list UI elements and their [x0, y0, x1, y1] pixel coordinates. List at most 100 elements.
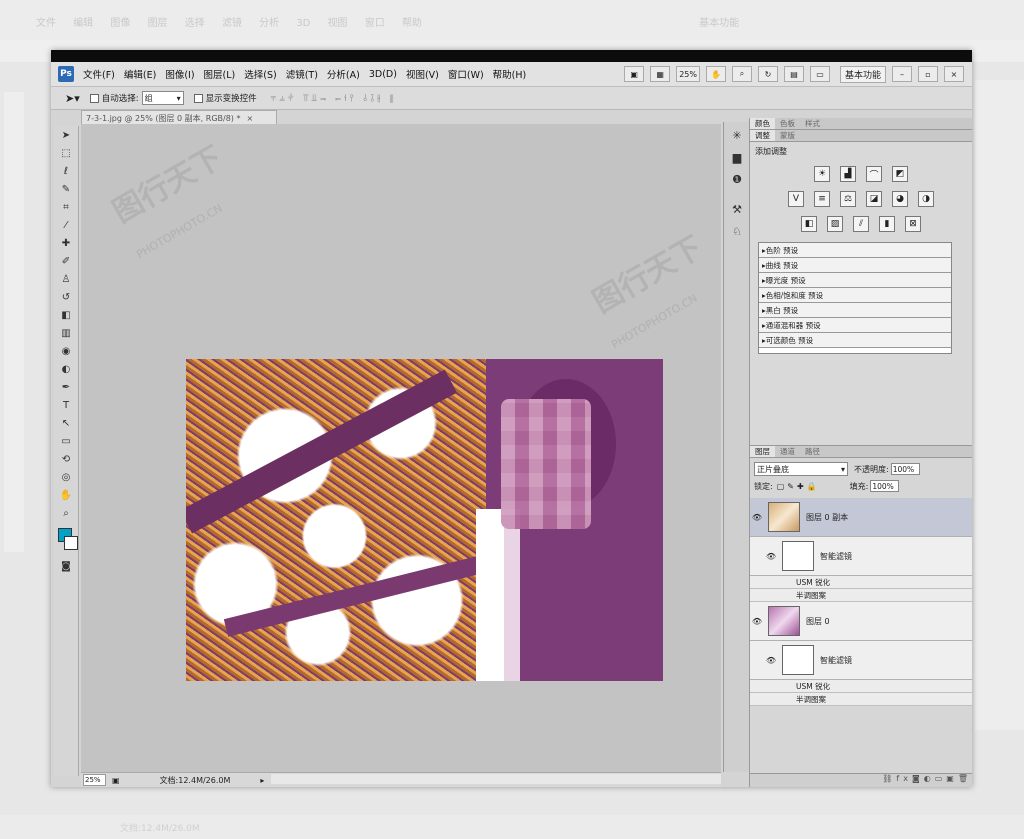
menu-layer[interactable]: 图层(L)	[204, 67, 236, 81]
status-menu-arrow-icon[interactable]: ▸	[260, 776, 264, 785]
navigator-panel-icon[interactable]: ✳	[728, 126, 746, 144]
invert-icon[interactable]: ◧	[801, 216, 817, 232]
eye-icon[interactable]: 👁	[750, 513, 764, 522]
tab-masks[interactable]: 蒙版	[775, 130, 800, 141]
posterize-icon[interactable]: ▨	[827, 216, 843, 232]
preset-item[interactable]: ▸ 曝光度 预设	[759, 273, 951, 288]
move-tool-preset-icon[interactable]: ➤▾	[65, 92, 80, 105]
menu-help[interactable]: 帮助(H)	[493, 67, 527, 81]
menu-filter[interactable]: 滤镜(T)	[286, 67, 318, 81]
brightness-contrast-icon[interactable]: ☀	[814, 166, 830, 182]
tab-color[interactable]: 颜色	[750, 118, 775, 129]
filter-item[interactable]: USM 锐化	[750, 576, 972, 589]
zoom-tool-icon[interactable]: ⌕	[731, 66, 752, 82]
screen-mode-icon[interactable]: ▭	[809, 66, 830, 82]
levels-icon[interactable]: ▟	[840, 166, 856, 182]
type-tool-icon[interactable]: T	[56, 397, 76, 414]
document-tab[interactable]: 7-3-1.jpg @ 25% (图层 0 副本, RGB/8) * ×	[81, 110, 277, 125]
zoom-level-menu[interactable]: 25%	[676, 66, 700, 82]
menu-select[interactable]: 选择(S)	[244, 67, 276, 81]
clone-source-icon[interactable]: ♘	[728, 222, 746, 240]
hue-saturation-icon[interactable]: ≡	[814, 191, 830, 207]
auto-select-target-dropdown[interactable]: 组 ▾	[141, 91, 184, 105]
align-distribute-icons[interactable]: ⫧⫨⫩ ⫪⫫⫬ ⫭⫮⫯ ⫰⫱⫲ ⫴	[271, 93, 397, 104]
path-selection-tool-icon[interactable]: ↖	[56, 415, 76, 432]
menu-window[interactable]: 窗口(W)	[448, 67, 484, 81]
zoom-tool-icon[interactable]: ⌕	[56, 505, 76, 522]
layer-row[interactable]: 👁 图层 0 副本	[750, 498, 972, 537]
background-color-swatch[interactable]	[64, 536, 78, 550]
blur-tool-icon[interactable]: ◉	[56, 343, 76, 360]
smart-filter-row[interactable]: 👁 智能滤镜	[750, 537, 972, 576]
tab-layers[interactable]: 图层	[750, 446, 775, 457]
filter-item[interactable]: 半调图案	[750, 693, 972, 706]
menu-3d[interactable]: 3D(D)	[369, 69, 397, 80]
zoom-field[interactable]: 25%	[83, 774, 106, 786]
document-image[interactable]	[186, 359, 663, 681]
eye-icon[interactable]: 👁	[750, 617, 764, 626]
marquee-tool-icon[interactable]: ⬚	[56, 145, 76, 162]
vibrance-icon[interactable]: V	[788, 191, 804, 207]
canvas-area[interactable]	[81, 124, 721, 772]
curves-icon[interactable]: ⌒	[866, 166, 882, 182]
preset-item[interactable]: ▸ 色阶 预设	[759, 243, 951, 258]
threshold-icon[interactable]: ⫽	[853, 216, 869, 232]
tab-channels[interactable]: 通道	[775, 446, 800, 457]
hand-tool-icon[interactable]: ✋	[705, 66, 726, 82]
preset-item[interactable]: ▸ 通道混和器 预设	[759, 318, 951, 333]
preset-item[interactable]: ▸ 色相/饱和度 预设	[759, 288, 951, 303]
close-tab-icon[interactable]: ×	[246, 114, 253, 123]
status-icon[interactable]: ▣	[112, 776, 120, 785]
healing-brush-tool-icon[interactable]: ✚	[56, 235, 76, 252]
channel-mixer-icon[interactable]: ◑	[918, 191, 934, 207]
brush-tool-icon[interactable]: ✐	[56, 253, 76, 270]
histogram-panel-icon[interactable]: ▆	[728, 148, 746, 166]
info-panel-icon[interactable]: ❶	[728, 170, 746, 188]
hand-tool-icon[interactable]: ✋	[56, 487, 76, 504]
auto-select-checkbox[interactable]: 自动选择:	[89, 92, 139, 104]
filter-item[interactable]: 半调图案	[750, 589, 972, 602]
3d-orbit-tool-icon[interactable]: ◎	[56, 469, 76, 486]
fill-field[interactable]: 100%	[870, 480, 900, 492]
menu-file[interactable]: 文件(F)	[83, 67, 115, 81]
black-white-icon[interactable]: ◪	[866, 191, 882, 207]
quick-selection-tool-icon[interactable]: ✎	[56, 181, 76, 198]
preset-item[interactable]: ▸ 黑白 预设	[759, 303, 951, 318]
menu-edit[interactable]: 编辑(E)	[124, 67, 156, 81]
smart-filter-row[interactable]: 👁 智能滤镜	[750, 641, 972, 680]
photo-filter-icon[interactable]: ◕	[892, 191, 908, 207]
tool-presets-icon[interactable]: ⚒	[728, 200, 746, 218]
eraser-tool-icon[interactable]: ◧	[56, 307, 76, 324]
preset-item[interactable]: ▸ 可选颜色 预设	[759, 333, 951, 348]
eye-icon[interactable]: 👁	[764, 656, 778, 665]
gradient-map-icon[interactable]: ▮	[879, 216, 895, 232]
menu-analysis[interactable]: 分析(A)	[327, 67, 360, 81]
dodge-tool-icon[interactable]: ◐	[56, 361, 76, 378]
gradient-tool-icon[interactable]: ▥	[56, 325, 76, 342]
rotate-view-icon[interactable]: ↻	[757, 66, 778, 82]
exposure-icon[interactable]: ◩	[892, 166, 908, 182]
3d-rotate-tool-icon[interactable]: ⟲	[56, 451, 76, 468]
launch-bridge-icon[interactable]: ▣	[624, 66, 645, 82]
clone-stamp-tool-icon[interactable]: ♙	[56, 271, 76, 288]
minimize-icon[interactable]: –	[892, 66, 912, 82]
tab-paths[interactable]: 路径	[800, 446, 825, 457]
quick-mask-icon[interactable]: ◙	[56, 558, 76, 575]
eyedropper-tool-icon[interactable]: ⁄	[56, 217, 76, 234]
move-tool-icon[interactable]: ➤	[56, 127, 76, 144]
filter-item[interactable]: USM 锐化	[750, 680, 972, 693]
layers-footer-icons[interactable]: ⛓fx◙◐▭▣🗑	[750, 773, 972, 787]
color-balance-icon[interactable]: ⚖	[840, 191, 856, 207]
view-extras-icon[interactable]: ▦	[650, 66, 671, 82]
horizontal-scrollbar[interactable]	[271, 774, 721, 784]
workspace-switcher[interactable]: 基本功能	[839, 65, 886, 83]
tab-adjustments[interactable]: 调整	[750, 130, 775, 141]
menu-image[interactable]: 图像(I)	[165, 67, 194, 81]
history-brush-tool-icon[interactable]: ↺	[56, 289, 76, 306]
restore-icon[interactable]: ▫	[918, 66, 938, 82]
eye-icon[interactable]: 👁	[764, 552, 778, 561]
document-info[interactable]: 文档:12.4M/26.0M	[160, 775, 231, 786]
blend-mode-dropdown[interactable]: 正片叠底 ▾	[754, 462, 848, 476]
shape-tool-icon[interactable]: ▭	[56, 433, 76, 450]
lock-icons[interactable]: ▢✎✚🔒	[777, 482, 820, 491]
